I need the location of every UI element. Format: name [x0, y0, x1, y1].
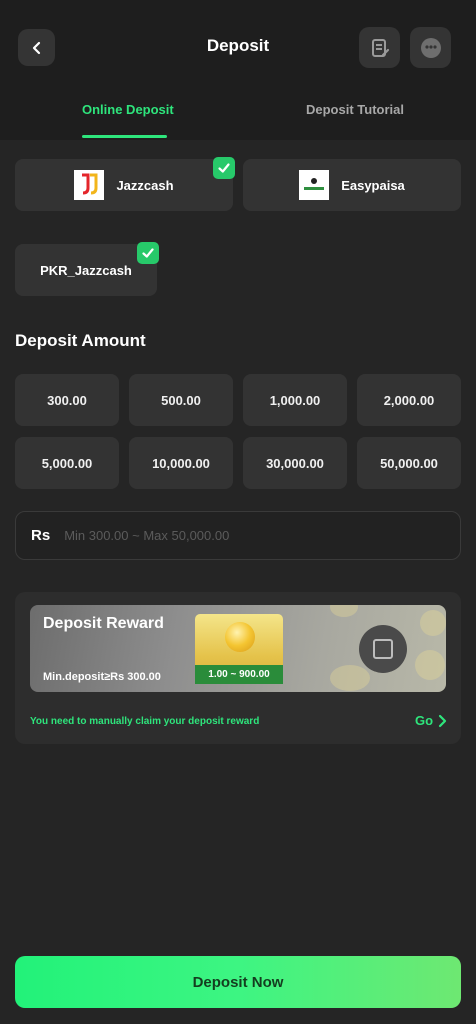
amount-input-field[interactable]: Rs [15, 511, 461, 560]
easypaisa-logo [299, 170, 330, 200]
currency-label: Rs [31, 527, 51, 544]
channel-label: PKR_Jazzcash [40, 262, 132, 278]
reward-note: You need to manually claim your deposit … [30, 716, 260, 727]
checkbox-square-icon [373, 639, 393, 659]
method-jazzcash[interactable]: Jazzcash [15, 159, 233, 211]
amount-option[interactable]: 2,000.00 [357, 374, 461, 426]
amount-input[interactable] [64, 528, 405, 543]
reward-min-deposit: Min.deposit≥Rs 300.00 [43, 671, 161, 683]
header: Deposit Online Deposit Deposit Tutorial [0, 0, 476, 140]
jazzcash-logo [74, 170, 105, 200]
amount-option[interactable]: 1,000.00 [243, 374, 347, 426]
tab-online-deposit[interactable]: Online Deposit [82, 102, 174, 117]
chevron-right-icon [438, 714, 447, 727]
decor-coin [330, 665, 370, 691]
method-easypaisa[interactable]: Easypaisa [243, 159, 461, 211]
amount-option[interactable]: 5,000.00 [15, 437, 119, 489]
decor-coin [330, 605, 358, 617]
deposit-amount-title: Deposit Amount [15, 331, 146, 350]
reward-range: 1.00 ~ 900.00 [195, 665, 283, 684]
amount-option[interactable]: 500.00 [129, 374, 233, 426]
deposit-reward-panel: Deposit Reward Min.deposit≥Rs 300.00 1.0… [15, 592, 461, 744]
go-link[interactable]: Go [415, 713, 449, 728]
channel-pkr-jazzcash[interactable]: PKR_Jazzcash [15, 244, 157, 296]
method-label: Easypaisa [341, 177, 405, 193]
decor-coin [415, 650, 445, 680]
amount-option[interactable]: 10,000.00 [129, 437, 233, 489]
reward-gift-card: 1.00 ~ 900.00 [195, 614, 283, 684]
check-icon [213, 157, 235, 179]
tab-deposit-tutorial[interactable]: Deposit Tutorial [306, 102, 404, 117]
coin-icon [225, 622, 255, 652]
active-tab-indicator [82, 135, 167, 138]
deposit-reward-banner: Deposit Reward Min.deposit≥Rs 300.00 1.0… [30, 605, 446, 692]
chat-bubble-icon [420, 37, 441, 58]
check-icon [137, 242, 159, 264]
reward-title: Deposit Reward [43, 615, 164, 632]
records-button[interactable] [359, 27, 400, 68]
amount-option[interactable]: 300.00 [15, 374, 119, 426]
support-button[interactable] [410, 27, 451, 68]
method-label: Jazzcash [116, 177, 174, 193]
claim-reward-checkbox[interactable] [359, 625, 407, 673]
deposit-now-button[interactable]: Deposit Now [15, 956, 461, 1008]
document-edit-icon [371, 38, 389, 57]
page-title: Deposit [206, 36, 270, 55]
amount-option[interactable]: 50,000.00 [357, 437, 461, 489]
go-label: Go [415, 713, 434, 728]
amount-option[interactable]: 30,000.00 [243, 437, 347, 489]
decor-coin [420, 610, 446, 636]
